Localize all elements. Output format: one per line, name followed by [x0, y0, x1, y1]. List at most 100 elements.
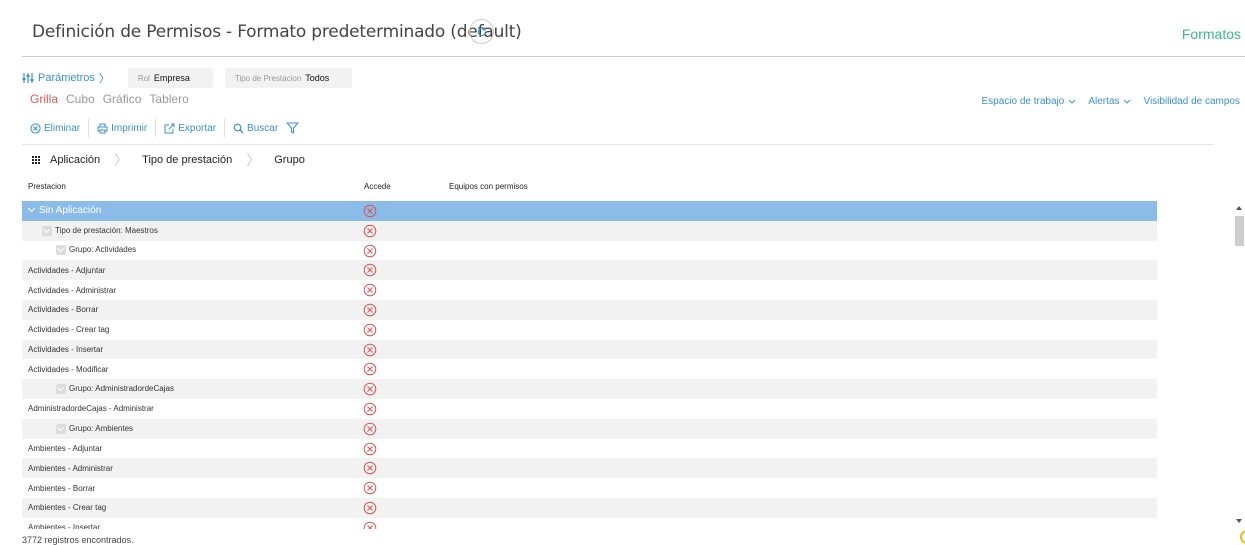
formatos-link[interactable]: Formatos	[1182, 26, 1241, 42]
table-row[interactable]: Ambientes - Borrar	[22, 478, 1157, 498]
print-icon	[97, 123, 108, 133]
rol-label: Rol	[137, 73, 150, 83]
deny-icon	[363, 382, 377, 396]
help-bubble-icon[interactable]	[1240, 530, 1245, 544]
row-text: Grupo: Ambientes	[69, 423, 134, 433]
row-label: Actividades - Crear tag	[28, 325, 109, 334]
row-text: Ambientes - Adjuntar	[28, 443, 103, 453]
row-label: Actividades - Modificar	[28, 365, 108, 374]
row-label: Tipo de prestación: Maestros	[42, 225, 158, 236]
refresh-icon	[477, 26, 486, 36]
tab-cubo[interactable]: Cubo	[66, 92, 95, 106]
group-by-bar: Aplicación 〉 Tipo de prestación 〉 Grupo	[22, 144, 1214, 174]
rol-filter-chip[interactable]: Rol Empresa	[127, 68, 213, 88]
table-row[interactable]: Actividades - Adjuntar	[22, 260, 1157, 281]
chevron-down-icon	[1124, 99, 1131, 104]
print-button[interactable]: Imprimir	[97, 123, 147, 134]
deny-icon	[363, 501, 377, 515]
tipo-prestacion-filter-chip[interactable]: Tipo de Prestacion Todos	[224, 68, 352, 88]
workspace-dropdown[interactable]: Espacio de trabajo	[981, 96, 1076, 107]
delete-button[interactable]: Eliminar	[30, 123, 80, 134]
tab-grafico[interactable]: Gráfico	[103, 92, 142, 106]
scrollbar-thumb[interactable]	[1235, 216, 1244, 246]
chevron-down-icon	[1068, 99, 1076, 104]
table-row[interactable]: Ambientes - Adjuntar	[22, 439, 1157, 459]
tab-tablero[interactable]: Tablero	[149, 92, 188, 106]
search-button[interactable]: Buscar	[233, 123, 278, 134]
parameters-link[interactable]: Parámetros 〉	[22, 70, 110, 86]
deny-icon	[363, 422, 377, 436]
group-row[interactable]: Sin Aplicación	[22, 201, 1157, 221]
scroll-up-icon[interactable]	[1236, 206, 1242, 210]
group-tipo-prestacion[interactable]: Tipo de prestación	[142, 154, 232, 166]
row-text: Tipo de prestación: Maestros	[55, 225, 158, 235]
expand-chevron-icon[interactable]	[56, 245, 66, 256]
delete-icon	[30, 122, 41, 134]
tab-grilla[interactable]: Grilla	[30, 92, 58, 106]
deny-icon	[363, 402, 377, 416]
group-aplicacion[interactable]: Aplicación	[50, 154, 100, 166]
row-text: Ambientes - Borrar	[28, 483, 96, 493]
deny-icon	[363, 521, 377, 529]
deny-icon	[363, 303, 377, 317]
sliders-icon	[22, 73, 34, 83]
deny-icon	[363, 462, 377, 475]
table-row[interactable]: Actividades - Modificar	[22, 359, 1157, 379]
refresh-button[interactable]	[469, 19, 494, 44]
group-grupo[interactable]: Grupo	[274, 154, 305, 166]
row-text: Actividades - Modificar	[28, 364, 109, 374]
expand-chevron-icon[interactable]	[56, 423, 66, 434]
table-row[interactable]: Actividades - Administrar	[22, 280, 1157, 300]
expand-chevron-icon[interactable]	[28, 206, 36, 216]
row-label: Actividades - Insertar	[28, 345, 103, 354]
row-label: Ambientes - Crear tag	[28, 503, 106, 512]
row-text: Actividades - Adjuntar	[28, 265, 106, 275]
export-label: Exportar	[178, 122, 217, 134]
row-label: Ambientes - Adjuntar	[28, 444, 102, 453]
group-row[interactable]: Tipo de prestación: Maestros	[22, 220, 1157, 241]
table-row[interactable]: Ambientes - Crear tag	[22, 497, 1157, 518]
column-headers: Prestacion Accede Equipos con permisos	[22, 180, 1157, 196]
row-label: Actividades - Borrar	[28, 305, 98, 314]
expand-chevron-icon[interactable]	[56, 384, 66, 395]
page-header: Definición de Permisos - Formato predete…	[0, 0, 1245, 57]
rol-value: Empresa	[153, 73, 190, 83]
scroll-down-icon[interactable]	[1236, 519, 1242, 523]
deny-icon	[363, 224, 377, 238]
group-row[interactable]: Grupo: AdministradordeCajas	[22, 379, 1157, 399]
row-text: Actividades - Administrar	[28, 285, 117, 295]
deny-icon	[363, 481, 377, 495]
breadcrumb-separator-icon: 〉	[114, 151, 129, 168]
header-divider	[22, 56, 1245, 57]
vertical-scrollbar[interactable]	[1233, 201, 1245, 529]
table-row[interactable]: Actividades - Crear tag	[22, 320, 1157, 340]
table-row[interactable]: AdministradordeCajas - Administrar	[22, 399, 1157, 419]
table-row[interactable]: Actividades - Borrar	[22, 299, 1157, 320]
group-row[interactable]: Grupo: Ambientes	[22, 418, 1157, 439]
grid-dots-icon	[32, 155, 40, 164]
field-visibility-link[interactable]: Visibilidad de campos	[1143, 96, 1240, 107]
table-row[interactable]: Actividades - Insertar	[22, 339, 1157, 360]
deny-icon	[363, 244, 377, 257]
row-label: Actividades - Adjuntar	[28, 266, 105, 275]
parameters-label: Parámetros	[38, 72, 95, 84]
filter-button[interactable]	[286, 122, 300, 134]
page-title: Definición de Permisos - Formato predete…	[32, 22, 522, 42]
expand-chevron-icon[interactable]	[42, 225, 52, 236]
alerts-dropdown[interactable]: Alertas	[1088, 96, 1131, 107]
group-row[interactable]: Grupo: Actividades	[22, 241, 1157, 261]
row-text: Ambientes - Crear tag	[28, 503, 107, 513]
deny-icon	[363, 343, 377, 356]
row-label: Grupo: Ambientes	[56, 423, 134, 434]
tipo-prestacion-label: Tipo de Prestacion	[234, 73, 302, 83]
export-button[interactable]: Exportar	[164, 123, 216, 134]
column-header-equipos[interactable]: Equipos con permisos	[449, 182, 528, 191]
export-icon	[164, 123, 175, 133]
table-row[interactable]: Ambientes - Administrar	[22, 458, 1157, 479]
deny-icon	[363, 264, 377, 277]
workspace-label: Espacio de trabajo	[981, 96, 1065, 107]
column-header-prestacion[interactable]: Prestacion	[28, 182, 66, 191]
row-label: Grupo: Actividades	[56, 245, 136, 256]
table-row[interactable]: Ambientes - Insertar	[22, 518, 1157, 529]
column-header-accede[interactable]: Accede	[364, 182, 391, 191]
